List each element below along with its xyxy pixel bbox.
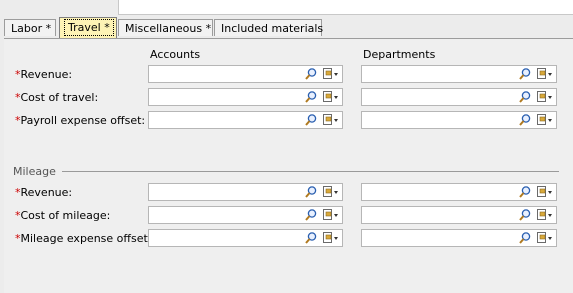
magnifier-icon[interactable]	[518, 67, 532, 81]
top-field-box	[118, 0, 573, 15]
document-link-dropdown-icon[interactable]	[536, 113, 554, 127]
document-link-dropdown-icon[interactable]	[322, 185, 340, 199]
magnifier-icon[interactable]	[518, 231, 532, 245]
magnifier-icon[interactable]	[304, 231, 318, 245]
travel-department-field[interactable]	[361, 111, 557, 129]
departments-column-header: Departments	[363, 48, 436, 61]
mileage-group-label: Mileage	[13, 165, 56, 178]
mileage-department-field[interactable]	[361, 206, 557, 224]
document-link-dropdown-icon[interactable]	[322, 90, 340, 104]
field-label: Mileage expense offset:	[20, 232, 152, 245]
field-label: Cost of travel:	[20, 91, 99, 104]
mileage-account-field[interactable]	[148, 206, 343, 224]
document-link-dropdown-icon[interactable]	[322, 231, 340, 245]
travel-row-label: *Revenue:	[15, 68, 72, 81]
field-label: Payroll expense offset:	[20, 114, 146, 127]
field-label: Revenue:	[20, 186, 73, 199]
mileage-row-label: *Mileage expense offset:	[15, 232, 152, 245]
mileage-account-field[interactable]	[148, 183, 343, 201]
field-label: Revenue:	[20, 68, 73, 81]
tab-miscellaneous[interactable]: Miscellaneous *	[118, 19, 213, 36]
travel-account-field[interactable]	[148, 65, 343, 83]
tab-labor[interactable]: Labor *	[4, 19, 56, 36]
magnifier-icon[interactable]	[518, 90, 532, 104]
accounts-column-header: Accounts	[150, 48, 201, 61]
mileage-row-label: *Revenue:	[15, 186, 72, 199]
mileage-account-field[interactable]	[148, 229, 343, 247]
mileage-department-field[interactable]	[361, 183, 557, 201]
tab-included-materials[interactable]: Included materials	[214, 19, 323, 36]
magnifier-icon[interactable]	[518, 208, 532, 222]
travel-account-field[interactable]	[148, 111, 343, 129]
document-link-dropdown-icon[interactable]	[322, 67, 340, 81]
magnifier-icon[interactable]	[518, 113, 532, 127]
mileage-group-divider	[62, 171, 559, 172]
field-label: Cost of mileage:	[20, 209, 111, 222]
mileage-department-field[interactable]	[361, 229, 557, 247]
magnifier-icon[interactable]	[304, 113, 318, 127]
magnifier-icon[interactable]	[518, 185, 532, 199]
document-link-dropdown-icon[interactable]	[536, 185, 554, 199]
magnifier-icon[interactable]	[304, 90, 318, 104]
document-link-dropdown-icon[interactable]	[536, 208, 554, 222]
magnifier-icon[interactable]	[304, 67, 318, 81]
document-link-dropdown-icon[interactable]	[536, 231, 554, 245]
magnifier-icon[interactable]	[304, 185, 318, 199]
travel-row-label: *Payroll expense offset:	[15, 114, 145, 127]
magnifier-icon[interactable]	[304, 208, 318, 222]
document-link-dropdown-icon[interactable]	[322, 208, 340, 222]
tab-travel[interactable]: Travel *	[59, 17, 117, 38]
travel-department-field[interactable]	[361, 65, 557, 83]
document-link-dropdown-icon[interactable]	[536, 67, 554, 81]
travel-department-field[interactable]	[361, 88, 557, 106]
document-link-dropdown-icon[interactable]	[536, 90, 554, 104]
travel-row-label: *Cost of travel:	[15, 91, 98, 104]
mileage-row-label: *Cost of mileage:	[15, 209, 110, 222]
document-link-dropdown-icon[interactable]	[322, 113, 340, 127]
travel-account-field[interactable]	[148, 88, 343, 106]
